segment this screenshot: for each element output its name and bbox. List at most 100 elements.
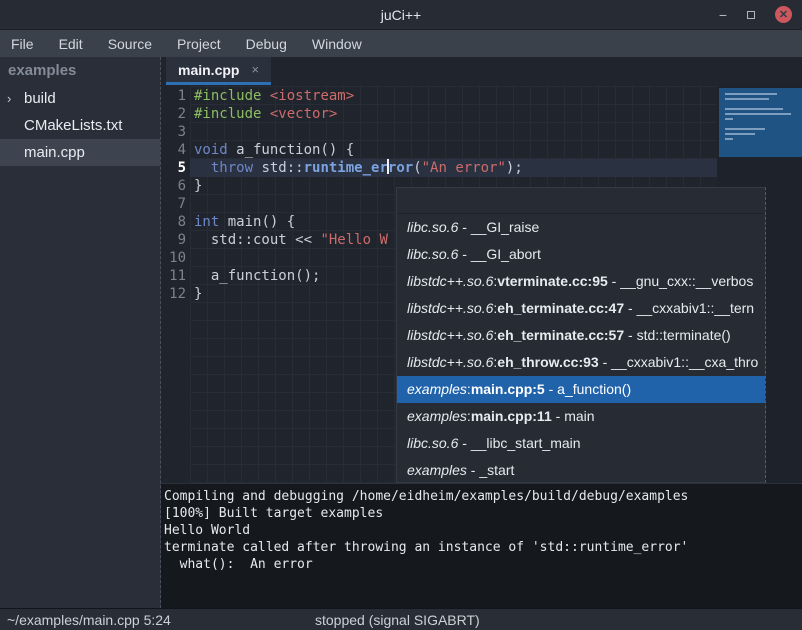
code-line[interactable] bbox=[190, 123, 717, 141]
stack-frame-row[interactable]: libstdc++.so.6:eh_throw.cc:93 - __cxxabi… bbox=[397, 349, 765, 376]
sidebar-item-cmakelists-txt[interactable]: CMakeLists.txt bbox=[0, 112, 160, 139]
code-line[interactable]: #include <iostream> bbox=[190, 87, 717, 105]
sidebar-item-label: build bbox=[24, 90, 56, 107]
frame-separator: - bbox=[552, 408, 564, 424]
sidebar-item-main-cpp[interactable]: main.cpp bbox=[0, 139, 160, 166]
code-token: #include bbox=[194, 88, 261, 104]
frame-location: eh_terminate.cc:47 bbox=[497, 300, 624, 316]
tab-close-icon[interactable]: × bbox=[251, 63, 259, 76]
project-name: examples bbox=[0, 57, 160, 85]
menu-debug[interactable]: Debug bbox=[246, 36, 287, 52]
frame-symbol: _start bbox=[479, 462, 514, 478]
tab-label: main.cpp bbox=[178, 62, 239, 78]
stack-popup-header bbox=[397, 188, 765, 214]
code-token: <vector> bbox=[270, 106, 337, 122]
app-body: examples › build CMakeLists.txt main.cpp ma… bbox=[0, 57, 802, 608]
frame-symbol: __cxxabiv1::__cxa_thro bbox=[611, 354, 758, 370]
frame-symbol: main bbox=[564, 408, 594, 424]
terminal-line: what(): An error bbox=[164, 556, 802, 573]
frame-module: libc.so.6 bbox=[407, 435, 458, 451]
status-debug-state: stopped (signal SIGABRT) bbox=[315, 612, 480, 628]
code-token: void bbox=[194, 142, 228, 158]
minimap-code-line bbox=[725, 128, 765, 130]
stack-frame-row[interactable]: libc.so.6 - __GI_abort bbox=[397, 241, 765, 268]
stack-frame-row[interactable]: examples:main.cpp:5 - a_function() bbox=[397, 376, 765, 403]
sidebar-item-label: main.cpp bbox=[24, 144, 85, 161]
minimap-code-line bbox=[725, 93, 777, 95]
line-number: 2 bbox=[161, 105, 190, 123]
frame-separator: - bbox=[458, 246, 470, 262]
line-number: 3 bbox=[161, 123, 190, 141]
code-token: ); bbox=[506, 160, 523, 176]
frame-module: libstdc++.so.6 bbox=[407, 273, 493, 289]
frame-module: examples bbox=[407, 381, 467, 397]
chevron-right-icon[interactable]: › bbox=[7, 91, 11, 106]
stack-trace-list: libc.so.6 - __GI_raiselibc.so.6 - __GI_a… bbox=[397, 214, 765, 483]
code-token: ror bbox=[388, 160, 413, 176]
frame-module: examples bbox=[407, 462, 467, 478]
frame-location: eh_terminate.cc:57 bbox=[497, 327, 624, 343]
stack-trace-popup: libc.so.6 - __GI_raiselibc.so.6 - __GI_a… bbox=[396, 187, 766, 483]
minimap-code-line bbox=[725, 108, 783, 110]
code-token: <iostream> bbox=[270, 88, 354, 104]
code-token: throw bbox=[211, 160, 253, 176]
sidebar-item-build[interactable]: › build bbox=[0, 85, 160, 112]
menu-project[interactable]: Project bbox=[177, 36, 221, 52]
tab-main-cpp[interactable]: main.cpp × bbox=[166, 57, 271, 85]
app-window: juCi++ − ✕ File Edit Source Project Debug Win… bbox=[0, 0, 802, 630]
menu-edit[interactable]: Edit bbox=[59, 36, 83, 52]
code-line[interactable]: throw std::runtime_error("An error"); bbox=[190, 159, 717, 177]
frame-symbol: __libc_start_main bbox=[471, 435, 581, 451]
line-number-gutter: 123456789101112 bbox=[161, 85, 190, 483]
terminal-line: [100%] Built target examples bbox=[164, 505, 802, 522]
line-number: 11 bbox=[161, 267, 190, 285]
stack-frame-row[interactable]: examples - _start bbox=[397, 457, 765, 483]
frame-symbol: __gnu_cxx::__verbos bbox=[620, 273, 753, 289]
line-number: 10 bbox=[161, 249, 190, 267]
frame-location: vterminate.cc:95 bbox=[497, 273, 608, 289]
stack-frame-row[interactable]: libstdc++.so.6:eh_terminate.cc:57 - std:… bbox=[397, 322, 765, 349]
menu-source[interactable]: Source bbox=[108, 36, 152, 52]
stack-frame-row[interactable]: libstdc++.so.6:vterminate.cc:95 - __gnu_… bbox=[397, 268, 765, 295]
frame-separator: - bbox=[599, 354, 611, 370]
tabbar: main.cpp × bbox=[161, 57, 802, 85]
terminal-line: Compiling and debugging /home/eidheim/ex… bbox=[164, 488, 802, 505]
line-number: 5 bbox=[161, 159, 190, 177]
code-token: } bbox=[194, 286, 202, 302]
close-icon[interactable]: ✕ bbox=[775, 6, 792, 23]
minimize-icon[interactable]: − bbox=[719, 10, 727, 20]
file-tree: › build CMakeLists.txt main.cpp bbox=[0, 85, 160, 166]
restore-icon[interactable] bbox=[747, 11, 755, 19]
frame-separator: - bbox=[624, 327, 636, 343]
window-title: juCi++ bbox=[381, 7, 421, 23]
stack-frame-row[interactable]: libstdc++.so.6:eh_terminate.cc:47 - __cx… bbox=[397, 295, 765, 322]
code-token: } bbox=[194, 178, 202, 194]
frame-symbol: a_function() bbox=[557, 381, 631, 397]
file-tree-panel: examples › build CMakeLists.txt main.cpp bbox=[0, 57, 161, 608]
minimap-code-line bbox=[725, 113, 791, 115]
menu-file[interactable]: File bbox=[11, 36, 34, 52]
code-token: runtime_er bbox=[304, 160, 388, 176]
code-token: main() { bbox=[219, 214, 295, 230]
frame-module: libc.so.6 bbox=[407, 219, 458, 235]
frame-symbol: __GI_abort bbox=[471, 246, 541, 262]
frame-separator: - bbox=[545, 381, 557, 397]
menu-window[interactable]: Window bbox=[312, 36, 362, 52]
code-token bbox=[261, 88, 269, 104]
terminal-output[interactable]: Compiling and debugging /home/eidheim/ex… bbox=[161, 483, 802, 608]
stack-frame-row[interactable]: libc.so.6 - __libc_start_main bbox=[397, 430, 765, 457]
stack-frame-row[interactable]: libc.so.6 - __GI_raise bbox=[397, 214, 765, 241]
stack-frame-row[interactable]: examples:main.cpp:11 - main bbox=[397, 403, 765, 430]
minimap-code-line bbox=[725, 118, 733, 120]
frame-symbol: __cxxabiv1::__tern bbox=[637, 300, 755, 316]
code-line[interactable]: #include <vector> bbox=[190, 105, 717, 123]
code-line[interactable]: void a_function() { bbox=[190, 141, 717, 159]
minimap-view-rect[interactable] bbox=[719, 88, 802, 157]
code-token bbox=[194, 160, 211, 176]
minimap-code-line bbox=[725, 133, 755, 135]
minimap-code-line bbox=[725, 138, 733, 140]
frame-separator: - bbox=[458, 435, 470, 451]
terminal-line: Hello World bbox=[164, 522, 802, 539]
code-token: #include bbox=[194, 106, 261, 122]
frame-separator: - bbox=[467, 462, 479, 478]
